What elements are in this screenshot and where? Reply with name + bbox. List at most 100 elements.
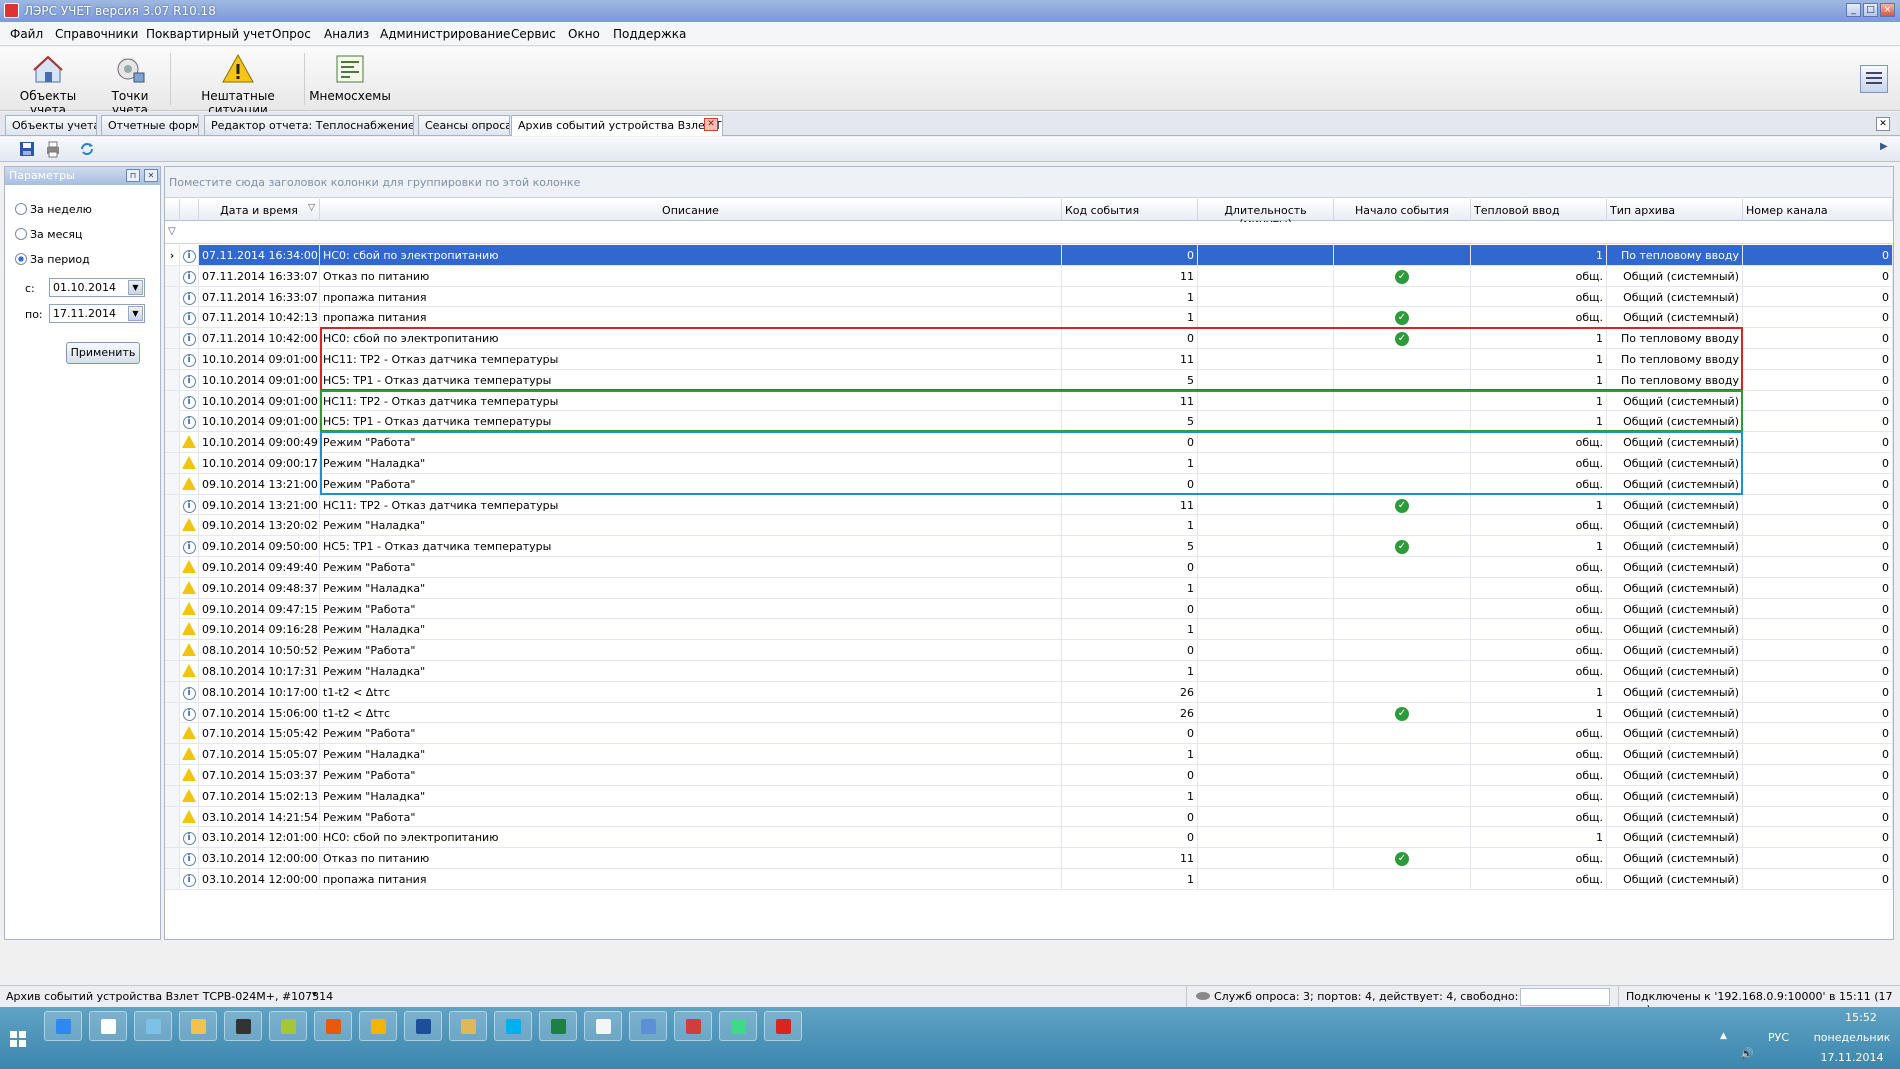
tab-event-archive[interactable]: Архив событий устройства Взлет Т — [511, 115, 723, 136]
table-row[interactable]: i 03.10.2014 12:00:00 пропажа питания 1 общ.… — [165, 868, 1893, 890]
header-description[interactable]: Описание — [320, 199, 1062, 221]
table-row[interactable]: 09.10.2014 09:48:37 Режим "Наладка" 1 общ. О… — [165, 577, 1893, 599]
table-row[interactable]: 09.10.2014 13:21:00 Режим "Работа" 0 общ. Об… — [165, 473, 1893, 495]
save-icon[interactable] — [18, 140, 36, 158]
table-row[interactable]: i 10.10.2014 09:01:00 НС5: ТР1 - Отказ дат… — [165, 369, 1893, 391]
menu-analysis[interactable]: Анализ — [324, 27, 369, 41]
table-row[interactable]: 07.10.2014 15:03:37 Режим "Работа" 0 общ. Об… — [165, 764, 1893, 786]
emergencies-button[interactable]: Нештатные ситуации — [176, 49, 300, 117]
sort-icon[interactable]: ▽ — [308, 203, 315, 213]
tray-chevron-icon[interactable]: ▲ — [1720, 1031, 1727, 1041]
table-row[interactable]: 09.10.2014 13:20:02 Режим "Наладка" 1 общ. О… — [165, 515, 1893, 537]
chevron-down-icon[interactable]: ▼ — [128, 280, 143, 295]
mnemo-schemes-button[interactable]: Мнемосхемы — [308, 49, 392, 107]
header-duration[interactable]: Длительность (минуты) — [1198, 199, 1334, 230]
firefox-icon[interactable] — [314, 1011, 352, 1041]
table-row[interactable]: i 10.10.2014 09:01:00 НС5: ТР1 - Отказ дат… — [165, 411, 1893, 433]
filter-icon[interactable]: ▽ — [168, 226, 176, 237]
notepad-icon[interactable] — [584, 1011, 622, 1041]
table-row[interactable]: 09.10.2014 09:47:15 Режим "Работа" 0 общ. Об… — [165, 598, 1893, 620]
table-row[interactable]: 09.10.2014 09:16:28 Режим "Наладка" 1 общ. О… — [165, 619, 1893, 641]
menu-support[interactable]: Поддержка — [613, 27, 686, 41]
table-row[interactable]: 08.10.2014 10:17:31 Режим "Наладка" 1 общ. О… — [165, 660, 1893, 682]
windows-start-icon[interactable] — [10, 1031, 26, 1047]
group-panel-hint[interactable]: Поместите сюда заголовок колонки для гру… — [165, 167, 1893, 198]
tab-objects[interactable]: Объекты учета — [5, 115, 97, 135]
menu-apartment-metering[interactable]: Поквартирный учет — [146, 27, 272, 41]
header-datetime[interactable]: Дата и время ▽ — [199, 199, 320, 221]
radio-month[interactable]: За месяц — [15, 228, 83, 241]
close-all-tabs-icon[interactable]: ✕ — [1876, 117, 1890, 131]
table-row[interactable]: › i 07.11.2014 16:34:00 НС0: сбой по электр… — [165, 245, 1893, 266]
metering-points-button[interactable]: Точки учета — [94, 49, 166, 117]
tool-icon[interactable] — [269, 1011, 307, 1041]
network-icon[interactable] — [629, 1011, 667, 1041]
table-row[interactable]: i 10.10.2014 09:01:00 НС11: ТР2 - Отказ да… — [165, 390, 1893, 412]
ie-icon[interactable] — [44, 1011, 82, 1041]
refresh-icon[interactable] — [78, 140, 96, 158]
to-date-field[interactable]: 17.11.2014 ▼ — [49, 304, 145, 323]
table-row[interactable]: 07.10.2014 15:02:13 Режим "Наладка" 1 общ. О… — [165, 785, 1893, 807]
filter-row[interactable]: ▽ — [165, 222, 1893, 244]
table-row[interactable]: i 03.10.2014 12:01:00 НС0: сбой по электро… — [165, 827, 1893, 849]
table-row[interactable]: i 09.10.2014 09:50:00 НС5: ТР1 - Отказ дат… — [165, 536, 1893, 557]
tab-poll-sessions[interactable]: Сеансы опроса — [418, 115, 510, 135]
table-row[interactable]: i 07.11.2014 16:33:07 пропажа питания 1 общ.… — [165, 286, 1893, 308]
radio-period[interactable]: За период — [15, 253, 90, 266]
panel-close-icon[interactable]: ✕ — [144, 169, 158, 182]
pin-icon[interactable]: ⊓ — [126, 169, 140, 182]
apply-button[interactable]: Применить — [66, 342, 140, 364]
table-row[interactable]: i 10.10.2014 09:01:00 НС11: ТР2 - Отказ да… — [165, 348, 1893, 370]
box-icon[interactable] — [224, 1011, 262, 1041]
menu-file[interactable]: Файл — [10, 27, 43, 41]
table-row[interactable]: i 07.11.2014 10:42:00 НС0: сбой по электро… — [165, 328, 1893, 349]
menu-service[interactable]: Сервис — [511, 27, 556, 41]
table-row[interactable]: 07.10.2014 15:05:42 Режим "Работа" 0 общ. Об… — [165, 723, 1893, 745]
volume-icon[interactable]: 🔊 — [1740, 1047, 1754, 1060]
explorer-icon[interactable] — [89, 1011, 127, 1041]
tray-language[interactable]: РУС — [1768, 1031, 1789, 1044]
table-row[interactable]: 10.10.2014 09:00:17 Режим "Наладка" 1 общ. О… — [165, 452, 1893, 474]
table-row[interactable]: i 03.10.2014 12:00:00 Отказ по питанию 11 ✓ о… — [165, 848, 1893, 869]
table-row[interactable]: 09.10.2014 09:49:40 Режим "Работа" 0 общ. Об… — [165, 556, 1893, 578]
table-row[interactable]: i 07.11.2014 10:42:13 пропажа питания 1 ✓ общ… — [165, 307, 1893, 329]
tray-time[interactable]: 15:52 — [1826, 1011, 1896, 1024]
maximize-button[interactable]: □ — [1863, 3, 1878, 17]
menu-polling[interactable]: Опрос — [272, 27, 311, 41]
radio-week[interactable]: За неделю — [15, 203, 92, 216]
scroll-right-icon[interactable]: ▶ — [1880, 141, 1888, 152]
tab-report-forms[interactable]: Отчетные формы — [101, 115, 199, 135]
tab-report-editor[interactable]: Редактор отчета: Теплоснабжение (ИТ — [204, 115, 414, 135]
layout-toggle-button[interactable] — [1860, 65, 1888, 93]
table-row[interactable]: i 08.10.2014 10:17:00 t1-t2 < Δtтс 26 1 Общий… — [165, 681, 1893, 703]
tab-close-icon[interactable]: ✕ — [704, 118, 718, 131]
pdf-icon[interactable] — [764, 1011, 802, 1041]
header-channel-number[interactable]: Номер канала — [1743, 199, 1893, 221]
lers-icon[interactable] — [674, 1011, 712, 1041]
save-icon[interactable] — [404, 1011, 442, 1041]
from-date-field[interactable]: 01.10.2014 ▼ — [49, 278, 145, 297]
table-row[interactable]: i 07.11.2014 16:33:07 Отказ по питанию 11 ✓ о… — [165, 265, 1893, 287]
objects-button[interactable]: Объекты учета — [6, 49, 90, 117]
header-heat-input[interactable]: Тепловой ввод — [1471, 199, 1607, 221]
android-icon[interactable] — [719, 1011, 757, 1041]
header-archive-type[interactable]: Тип архива — [1607, 199, 1743, 221]
chevron-down-icon[interactable]: ▼ — [128, 306, 143, 321]
print-icon[interactable] — [44, 140, 62, 158]
header-event-code[interactable]: Код события — [1062, 199, 1198, 221]
menu-window[interactable]: Окно — [568, 27, 600, 41]
menu-references[interactable]: Справочники — [55, 27, 138, 41]
settings-icon[interactable] — [134, 1011, 172, 1041]
table-row[interactable]: i 09.10.2014 13:21:00 НС11: ТР2 - Отказ да… — [165, 494, 1893, 516]
menu-administration[interactable]: Администрирование — [380, 27, 510, 41]
chrome-icon[interactable] — [359, 1011, 397, 1041]
excel-icon[interactable] — [539, 1011, 577, 1041]
minimize-button[interactable]: _ — [1846, 3, 1861, 17]
skype-icon[interactable] — [494, 1011, 532, 1041]
files-icon[interactable] — [449, 1011, 487, 1041]
close-button[interactable]: × — [1880, 3, 1895, 17]
table-row[interactable]: 08.10.2014 10:50:52 Режим "Работа" 0 общ. Об… — [165, 640, 1893, 661]
table-row[interactable]: 10.10.2014 09:00:49 Режим "Работа" 0 общ. Об… — [165, 432, 1893, 453]
table-row[interactable]: 07.10.2014 15:05:07 Режим "Наладка" 1 общ. О… — [165, 744, 1893, 765]
table-row[interactable]: 03.10.2014 14:21:54 Режим "Работа" 0 общ. Об… — [165, 806, 1893, 828]
